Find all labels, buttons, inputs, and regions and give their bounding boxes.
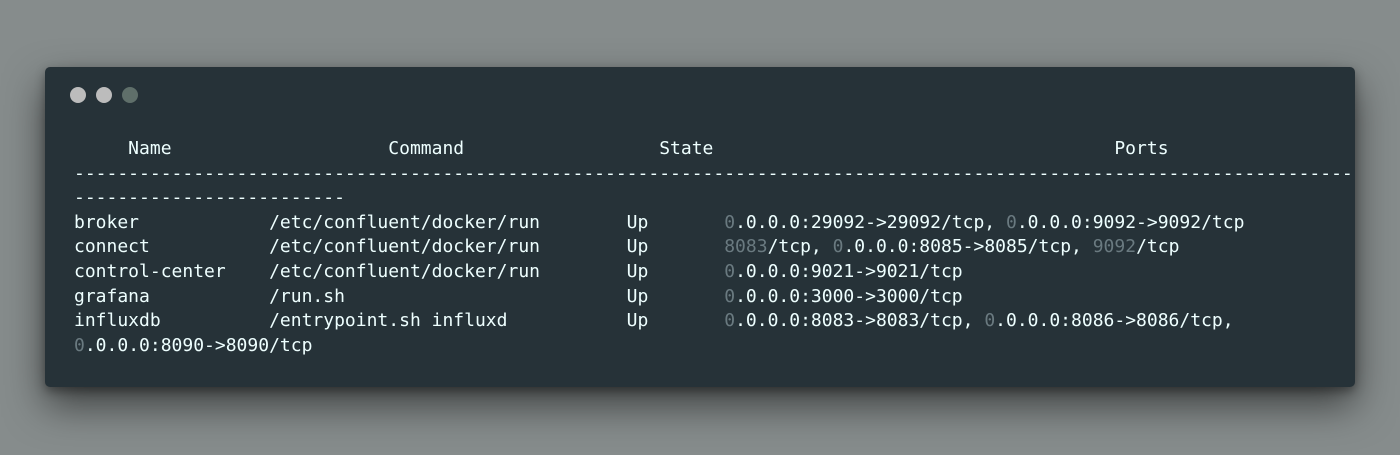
line-text: .0.0.0:8085->8085/tcp, [843, 236, 1093, 258]
terminal-line: influxdb /entrypoint.sh influxd Up 0.0.0… [74, 309, 1355, 334]
dim-text: 0 [74, 334, 85, 356]
dim-text: 0 [1006, 211, 1017, 233]
line-text: .0.0.0:8083->8083/tcp, [735, 310, 985, 332]
line-text: .0.0.0:8086->8086/tcp, [995, 310, 1234, 332]
dim-text: 0 [724, 260, 736, 282]
terminal-line: grafana /run.sh Up 0.0.0.0:3000->3000/tc… [74, 285, 1355, 310]
line-text: /tcp, [767, 236, 833, 258]
line-text: grafana /run.sh Up [74, 285, 725, 307]
dim-text: 0 [724, 285, 736, 307]
terminal-line: broker /etc/confluent/docker/run Up 0.0.… [74, 211, 1355, 236]
line-text: control-center /etc/confluent/docker/run… [74, 260, 725, 282]
line-text: .0.0.0:9092->9092/tcp [1016, 211, 1245, 233]
line-text: influxdb /entrypoint.sh influxd Up [74, 310, 725, 332]
dim-text: 0 [832, 236, 844, 258]
line-text: .0.0.0:9021->9021/tcp [735, 260, 963, 282]
line-text: Name Command State Ports [74, 138, 1169, 159]
line-text: connect /etc/confluent/docker/run Up [74, 236, 725, 258]
dim-text: 0 [724, 211, 736, 233]
terminal-output: Name Command State Ports ----------------… [74, 137, 1355, 358]
dim-text: 8083 [724, 236, 768, 258]
terminal-line: ------------------------- [74, 186, 1355, 211]
terminal-window: Name Command State Ports ----------------… [45, 67, 1355, 387]
line-text: .0.0.0:8090->8090/tcp [84, 334, 313, 356]
terminal-line: control-center /etc/confluent/docker/run… [74, 260, 1355, 285]
line-text: .0.0.0:3000->3000/tcp [735, 285, 963, 307]
window-controls [70, 87, 138, 103]
line-text: /tcp [1136, 236, 1180, 258]
line-text: ----------------------------------------… [74, 162, 1355, 184]
maximize-dot-icon[interactable] [122, 87, 138, 103]
line-text: ------------------------- [74, 187, 345, 209]
close-dot-icon[interactable] [70, 87, 86, 103]
terminal-line: connect /etc/confluent/docker/run Up 808… [74, 235, 1355, 260]
line-text: .0.0.0:29092->29092/tcp, [735, 211, 1006, 233]
dim-text: 0 [724, 310, 736, 332]
terminal-line: Name Command State Ports [74, 137, 1355, 162]
terminal-line: 0.0.0.0:8090->8090/tcp [74, 334, 1355, 359]
dim-text: 9092 [1092, 236, 1137, 258]
dim-text: 0 [984, 310, 996, 332]
minimize-dot-icon[interactable] [96, 87, 112, 103]
terminal-line: ----------------------------------------… [74, 162, 1355, 187]
line-text: broker /etc/confluent/docker/run Up [74, 211, 725, 233]
